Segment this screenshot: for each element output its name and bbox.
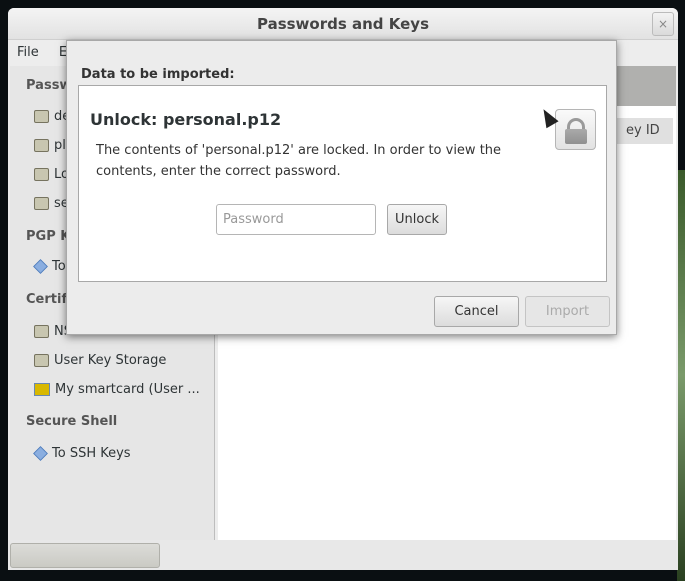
title-bar: Passwords and Keys (8, 8, 678, 40)
folder-icon (34, 110, 49, 123)
folder-icon (34, 168, 49, 181)
home-folder-icon (34, 354, 49, 367)
status-field (10, 543, 160, 568)
import-button[interactable]: Import (525, 296, 610, 327)
import-dialog: Data to be imported: Unlock: personal.p1… (66, 40, 617, 335)
menu-file[interactable]: File (17, 45, 39, 60)
unlock-heading: Unlock: personal.p12 (90, 110, 282, 129)
sidebar-heading-passwords: Passw (26, 78, 72, 93)
home-folder-icon (34, 325, 49, 338)
sidebar-heading-ssh: Secure Shell (26, 414, 118, 429)
status-bar (8, 540, 678, 570)
sidebar-item-label: To (52, 259, 66, 274)
sidebar-heading-certificates: Certif (26, 292, 68, 307)
sidebar-item[interactable]: se (34, 196, 69, 211)
smartcard-icon (34, 383, 50, 396)
desktop-background (677, 170, 685, 581)
password-input[interactable]: Password (216, 204, 376, 235)
lock-icon (555, 109, 596, 150)
sidebar-item[interactable]: My smartcard (User ... (34, 382, 200, 397)
help-diamond-icon (33, 259, 48, 274)
folder-icon (34, 139, 49, 152)
sidebar-item[interactable]: de (34, 109, 70, 124)
unlock-message: The contents of 'personal.p12' are locke… (96, 143, 502, 179)
unlock-button[interactable]: Unlock (387, 204, 447, 235)
cancel-button[interactable]: Cancel (434, 296, 519, 327)
sidebar-item-label: User Key Storage (54, 353, 167, 368)
sidebar-item-label: To SSH Keys (52, 446, 131, 461)
sidebar-item[interactable]: To SSH Keys (33, 446, 131, 461)
sidebar-item[interactable]: Lo (34, 167, 69, 182)
close-button[interactable]: × (652, 12, 674, 36)
sidebar-heading-pgp: PGP K (26, 229, 71, 244)
folder-icon (34, 197, 49, 210)
sidebar-item[interactable]: User Key Storage (34, 353, 166, 368)
help-diamond-icon (33, 446, 48, 461)
sidebar-item-label: My smartcard (User ... (55, 382, 200, 397)
sidebar-item[interactable]: pl (34, 138, 66, 153)
sidebar-item[interactable]: To (33, 259, 66, 274)
section-label: Data to be imported: (81, 67, 235, 82)
sidebar-item-label: pl (54, 138, 66, 153)
unlock-panel: Unlock: personal.p12 The contents of 'pe… (78, 85, 607, 282)
